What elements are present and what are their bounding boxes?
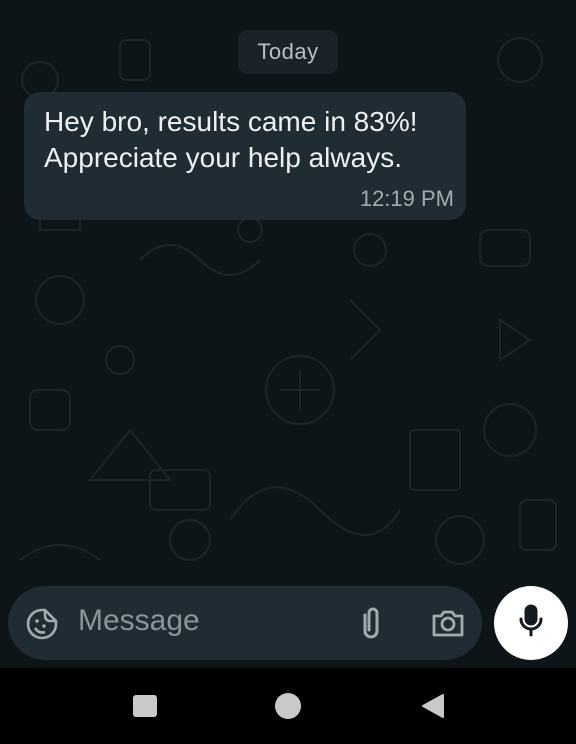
camera-icon[interactable]	[430, 608, 466, 638]
message-line-2: Appreciate your help always.	[44, 142, 402, 173]
message-bubble[interactable]: Hey bro, results came in 83%! Appreciate…	[24, 92, 466, 220]
date-separator: Today	[238, 30, 338, 74]
message-timestamp: 12:19 PM	[359, 186, 454, 211]
recents-button[interactable]	[133, 695, 157, 717]
back-button[interactable]	[419, 693, 445, 719]
message-input[interactable]: Message	[78, 604, 200, 638]
microphone-button[interactable]	[494, 586, 568, 660]
message-line-1: Hey bro, results came in 83%!	[44, 106, 418, 137]
home-button[interactable]	[275, 693, 301, 719]
sticker-icon[interactable]	[25, 607, 59, 641]
paperclip-icon[interactable]	[357, 605, 385, 641]
message-composer[interactable]: Message	[8, 586, 482, 660]
system-navigation-bar	[0, 668, 576, 744]
microphone-icon	[518, 604, 544, 643]
chat-background: Today Hey bro, results came in 83%! Appr…	[0, 0, 576, 668]
message-text: Hey bro, results came in 83%! Appreciate…	[44, 104, 464, 176]
